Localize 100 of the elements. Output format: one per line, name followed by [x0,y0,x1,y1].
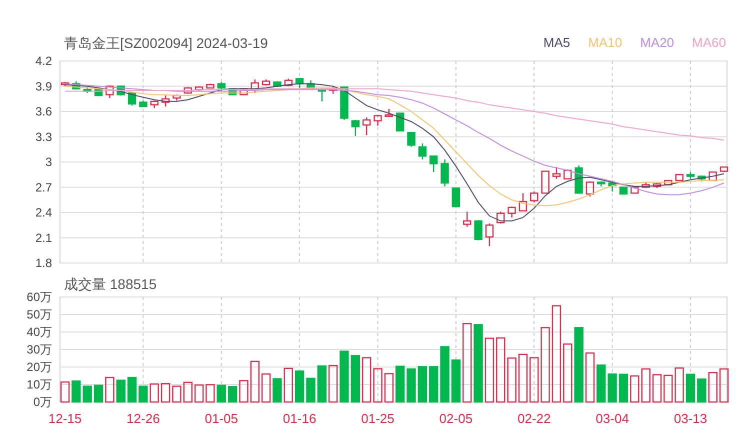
candlestick [485,223,494,246]
volume-bar [340,350,349,403]
volume-bar [440,346,450,403]
volume-bar [105,376,114,403]
volume-bar [608,373,617,403]
volume-bar [82,386,92,403]
volume-bar [350,355,360,403]
axis-label: 01-16 [282,411,316,426]
legend-label: MA10 [588,35,622,51]
axis-label: 3.3 [35,130,52,144]
axis-label: 20万 [26,360,52,374]
legend-label: MA5 [543,35,570,51]
volume-bar [127,376,137,403]
volume-bar [530,357,539,403]
volume-bar [194,384,204,403]
volume-bar [652,374,662,403]
axis-label: 3.9 [35,79,52,94]
volume-bar [406,368,416,403]
candlestick [608,180,616,192]
candlestick [440,159,449,186]
candlestick [295,78,304,88]
axis-label: 60万 [26,292,52,304]
volume-bar [306,378,316,403]
axis-label: 50万 [26,308,52,322]
volume-bar [160,383,170,403]
candlestick [619,186,628,195]
candlestick [72,81,80,90]
volume-bar [496,337,506,403]
volume-bar [674,367,684,403]
candlestick [597,181,606,186]
candlestick [83,87,92,93]
axis-label: 4.2 [35,54,52,68]
legend-label: MA60 [692,35,726,51]
candlestick [396,112,404,132]
volume-bar [261,373,271,403]
candlestick [630,186,639,194]
volume-bar [250,360,260,403]
candlestick [161,96,170,106]
volume-bar [708,372,718,403]
axis-label: 12-26 [126,411,160,426]
axis-label: 0万 [33,395,52,409]
volume-bar [172,386,182,403]
candlestick [206,84,214,89]
volume-bar [239,380,248,403]
candlestick [430,156,438,172]
candlestick [508,206,516,218]
volume-bar [284,368,293,403]
candlestick [273,81,282,88]
axis-label: 1.8 [35,256,52,268]
volume-bar [664,374,673,403]
chart-title: 成交量 188515 [64,276,157,292]
volume-bar [317,365,326,403]
axis-label: 03-13 [674,411,708,426]
volume-bar [72,380,81,403]
volume-bar [697,378,706,403]
volume-bar [451,359,461,403]
axis-label: 2.7 [35,180,52,194]
candlestick [217,82,226,92]
candlestick [452,188,460,208]
volume-bar [94,384,104,403]
volume-bar [183,382,192,403]
candlestick [172,94,181,101]
candlestick [374,114,382,126]
candlestick [318,88,326,102]
candlestick [552,167,561,179]
volume-bar [630,375,640,403]
candlestick [384,108,394,117]
axis-label: 02-05 [439,411,473,426]
candlestick [262,80,270,86]
volume-bar [518,354,528,403]
axis-label: 3 [45,155,52,169]
volume-bar [150,383,159,403]
candlestick [708,172,717,182]
axis-label: 30万 [26,342,52,356]
candlestick [184,87,192,94]
candlestick [698,175,706,182]
volume-bar [563,343,572,403]
candlestick [463,212,472,227]
candlestick [306,80,315,89]
axis-label: 03-04 [596,411,629,426]
volume-bar [618,374,628,403]
candlestick [340,86,348,120]
candlestick [150,100,158,108]
candlestick [351,120,360,136]
volume-bar [294,370,304,403]
volume-bar [60,381,70,403]
candlestick [652,183,662,188]
volume-bar [484,338,494,403]
axis-label: 40万 [26,325,52,339]
candlestick [564,170,572,180]
candlestick [250,80,259,93]
candlestick [586,181,594,196]
volume-bar [719,368,729,403]
axis-label: 2.1 [35,230,52,245]
volume-bar [418,366,428,403]
axis-label: 10万 [26,378,52,392]
chart-title: 青岛金王[SZ002094] 2024-03-19 [64,35,268,51]
axis-label: 01-05 [204,411,238,426]
candlestick [418,143,427,160]
candlestick [686,172,695,179]
